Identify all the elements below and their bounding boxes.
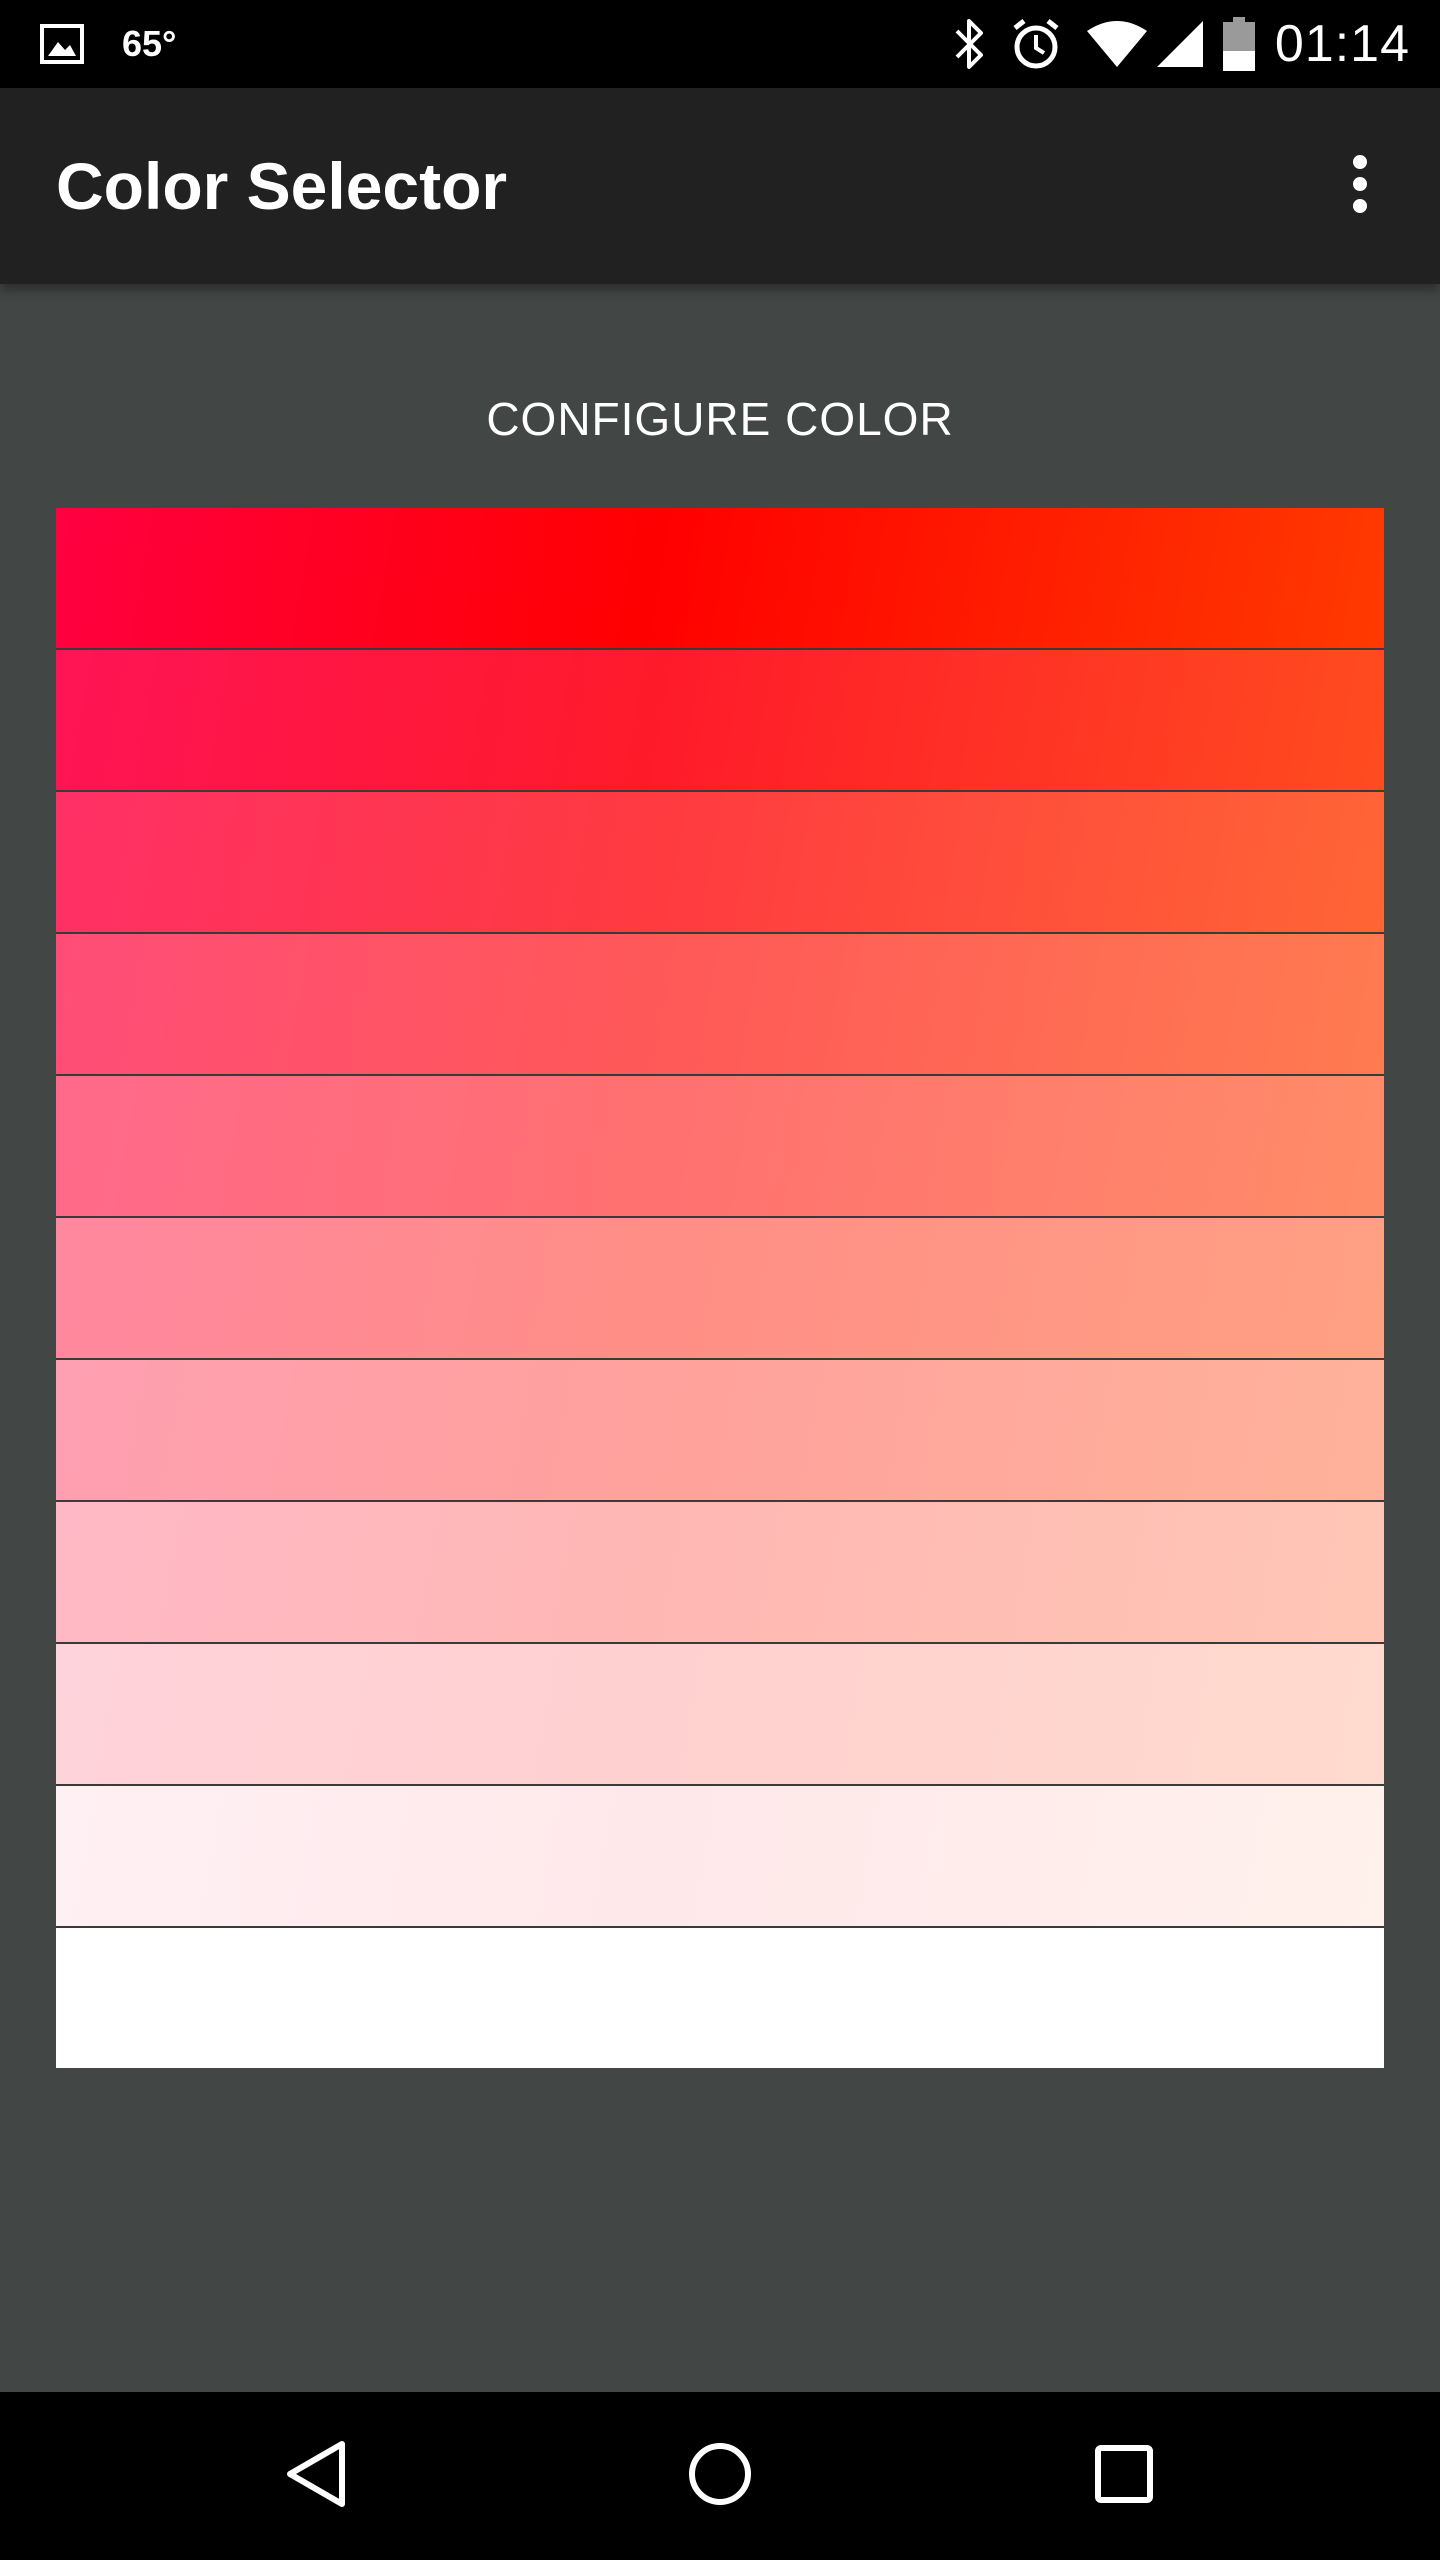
color-swatch-row[interactable] [56,1928,1384,2068]
app-bar: Color Selector [0,88,1440,284]
color-swatch-row[interactable] [56,1218,1384,1360]
color-swatch-row[interactable] [56,508,1384,650]
image-icon [40,24,84,64]
alarm-icon [1009,17,1063,71]
wifi-icon [1085,19,1149,69]
status-bar: 65° 01:14 [0,0,1440,88]
app-title: Color Selector [56,149,508,223]
overflow-menu-button[interactable] [1320,146,1400,226]
home-circle-icon [687,2441,753,2512]
bluetooth-icon [953,17,987,71]
battery-icon [1222,17,1255,71]
color-swatch-row[interactable] [56,934,1384,1076]
clock: 01:14 [1274,15,1410,73]
signal-icon [1155,19,1205,69]
overflow-menu-icon [1350,154,1370,219]
color-swatch-row[interactable] [56,1786,1384,1928]
color-swatch-row[interactable] [56,792,1384,934]
back-button[interactable] [266,2426,366,2526]
color-swatch-row[interactable] [56,1360,1384,1502]
recents-button[interactable] [1074,2426,1174,2526]
home-button[interactable] [670,2426,770,2526]
back-triangle-icon [284,2438,348,2515]
recents-square-icon [1094,2444,1154,2509]
color-swatch-row[interactable] [56,1644,1384,1786]
color-swatch-row[interactable] [56,650,1384,792]
color-palette [56,508,1384,2068]
temperature-readout: 65° [122,23,177,64]
navigation-bar [0,2392,1440,2560]
configure-color-heading: CONFIGURE COLOR [486,393,954,445]
color-swatch-row[interactable] [56,1502,1384,1644]
color-swatch-row[interactable] [56,1076,1384,1218]
